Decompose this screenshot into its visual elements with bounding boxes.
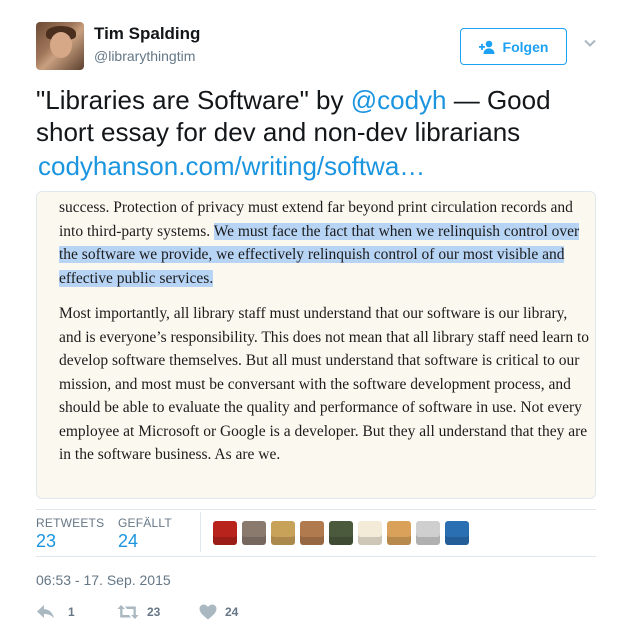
like-button[interactable]: 24 [199,601,238,623]
divider [36,509,596,510]
divider [36,556,596,557]
tweet-text-start: "Libraries are Software" by [36,85,351,115]
author-name[interactable]: Tim Spalding [94,24,200,44]
liker-avatar[interactable] [300,521,324,545]
essay-paragraph-2: Most importantly, all library staff must… [59,305,590,463]
stats-separator [200,512,201,552]
liker-avatar[interactable] [242,521,266,545]
reply-icon [37,605,54,619]
likes-label[interactable]: GEFÄLLT [118,516,172,530]
retweet-icon [117,605,139,619]
tweet-timestamp[interactable]: 06:53 - 17. Sep. 2015 [36,572,171,588]
liker-avatars [213,521,469,545]
heart-icon [199,604,217,620]
author-handle[interactable]: @librarythingtim [94,48,195,64]
liker-avatar[interactable] [445,521,469,545]
liker-avatar[interactable] [387,521,411,545]
likes-count[interactable]: 24 [118,531,138,552]
retweets-label[interactable]: RETWEETS [36,516,104,530]
retweet-button[interactable]: 23 [117,601,160,623]
tweet-media-image[interactable]: success. Protection of privacy must exte… [36,191,596,499]
essay-paragraph-1: success. Protection of privacy must exte… [59,196,591,290]
retweets-count[interactable]: 23 [36,531,56,552]
liker-avatar[interactable] [358,521,382,545]
liker-avatar[interactable] [271,521,295,545]
follow-button-label: Folgen [502,38,549,55]
tweet-text: "Libraries are Software" by @codyh — Goo… [36,84,606,148]
reply-button[interactable]: 1 [36,601,75,623]
author-avatar[interactable] [36,22,84,70]
avatar-face [50,32,72,58]
retweet-count: 23 [147,605,161,619]
like-count: 24 [225,605,239,619]
liker-avatar[interactable] [329,521,353,545]
reply-count: 1 [68,605,75,619]
add-user-icon [478,40,495,54]
chevron-down-icon[interactable] [584,38,596,48]
follow-button[interactable]: Folgen [460,28,567,65]
liker-avatar[interactable] [213,521,237,545]
tweet-url-link[interactable]: codyhanson.com/writing/softwa… [38,150,425,182]
liker-avatar[interactable] [416,521,440,545]
tweet-mention-link[interactable]: @codyh [351,85,447,115]
